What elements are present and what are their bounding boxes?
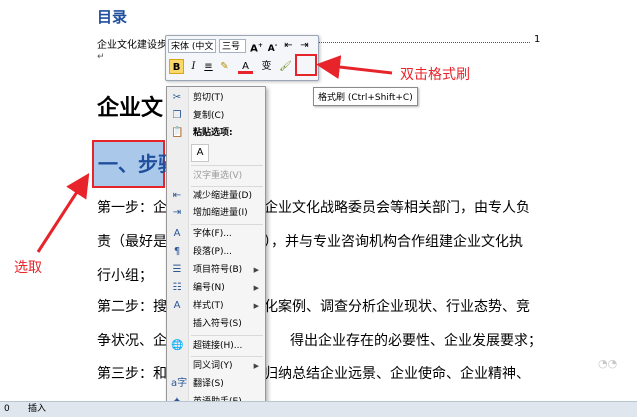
status-insert-mode[interactable]: 插入 <box>28 402 46 417</box>
annotation-arrows <box>36 55 393 253</box>
annotation-double-click: 双击格式刷 <box>400 67 470 83</box>
status-bar: 0 插入 <box>0 401 637 417</box>
watermark-logo: ◔◔ <box>598 357 618 370</box>
arrow-to-format-painter <box>316 55 393 79</box>
arrow-to-selection <box>36 172 90 253</box>
status-left: 0 <box>4 404 10 414</box>
annotation-select: 选取 <box>14 260 42 276</box>
document-page: 目录 企业文化建设步 1 ↵ 企业文 骤 一、步骤 第一步：企 企业文化战略委员… <box>0 0 637 417</box>
